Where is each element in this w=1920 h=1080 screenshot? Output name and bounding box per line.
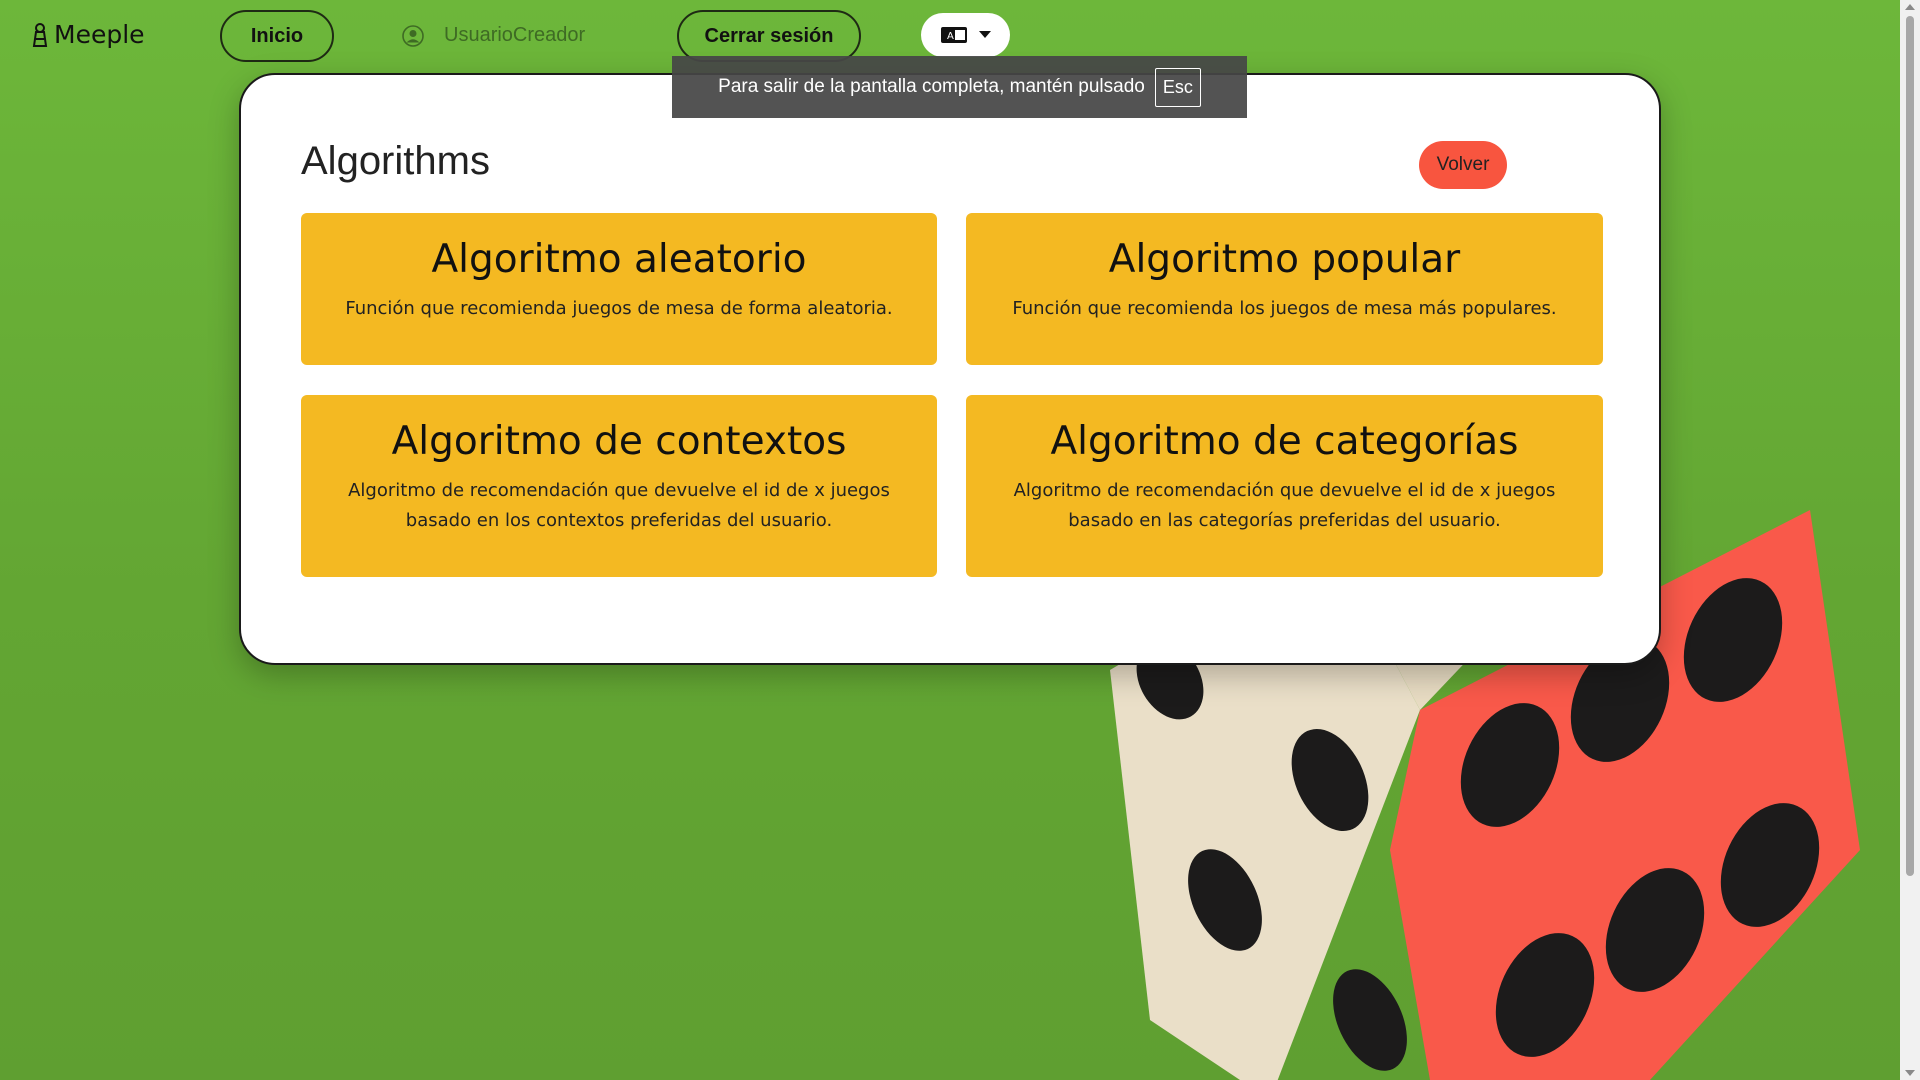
language-dropdown[interactable]: A bbox=[921, 13, 1010, 57]
scroll-down-icon[interactable] bbox=[1905, 1070, 1915, 1076]
algorithm-title: Algoritmo popular bbox=[1108, 237, 1461, 282]
algorithm-card-contexts[interactable]: Algoritmo de contextos Algoritmo de reco… bbox=[301, 395, 937, 577]
algorithm-description: Función que recomienda juegos de mesa de… bbox=[345, 298, 893, 319]
algorithm-card-popular[interactable]: Algoritmo popular Función que recomienda… bbox=[966, 213, 1603, 365]
user-icon bbox=[402, 24, 424, 47]
brand-name: Meeple bbox=[54, 20, 145, 49]
brand-link[interactable]: Meeple bbox=[32, 20, 145, 49]
fullscreen-notice-text: Para salir de la pantalla completa, mant… bbox=[718, 76, 1145, 97]
scroll-thumb[interactable] bbox=[1906, 16, 1914, 876]
language-icon: A bbox=[940, 27, 967, 43]
svg-text:A: A bbox=[947, 31, 954, 42]
meeple-icon bbox=[32, 22, 48, 47]
username: UsuarioCreador bbox=[444, 24, 586, 46]
esc-key-badge: Esc bbox=[1154, 67, 1201, 107]
fullscreen-notice: Para salir de la pantalla completa, mant… bbox=[672, 56, 1247, 118]
user-info: UsuarioCreador bbox=[402, 24, 585, 47]
algorithm-description: Algoritmo de recomendación que devuelve … bbox=[348, 480, 890, 531]
caret-down-icon bbox=[978, 31, 991, 38]
algorithms-card: Algorithms Volver Algoritmo aleatorio Fu… bbox=[239, 73, 1661, 665]
logout-button[interactable]: Cerrar sesión bbox=[677, 10, 861, 62]
home-button[interactable]: Inicio bbox=[220, 10, 334, 62]
algorithm-title: Algoritmo aleatorio bbox=[431, 237, 807, 282]
algorithm-description: Función que recomienda los juegos de mes… bbox=[1012, 298, 1557, 319]
page-scrollbar[interactable] bbox=[1900, 0, 1920, 1080]
algorithm-card-categories[interactable]: Algoritmo de categorías Algoritmo de rec… bbox=[966, 395, 1603, 577]
page-title: Algorithms bbox=[301, 139, 490, 183]
algorithm-title: Algoritmo de contextos bbox=[391, 419, 847, 464]
algorithm-title: Algoritmo de categorías bbox=[1050, 419, 1519, 464]
back-button[interactable]: Volver bbox=[1419, 141, 1507, 189]
scroll-up-icon[interactable] bbox=[1905, 4, 1915, 10]
algorithm-description: Algoritmo de recomendación que devuelve … bbox=[1013, 480, 1556, 531]
algorithm-card-random[interactable]: Algoritmo aleatorio Función que recomien… bbox=[301, 213, 937, 365]
